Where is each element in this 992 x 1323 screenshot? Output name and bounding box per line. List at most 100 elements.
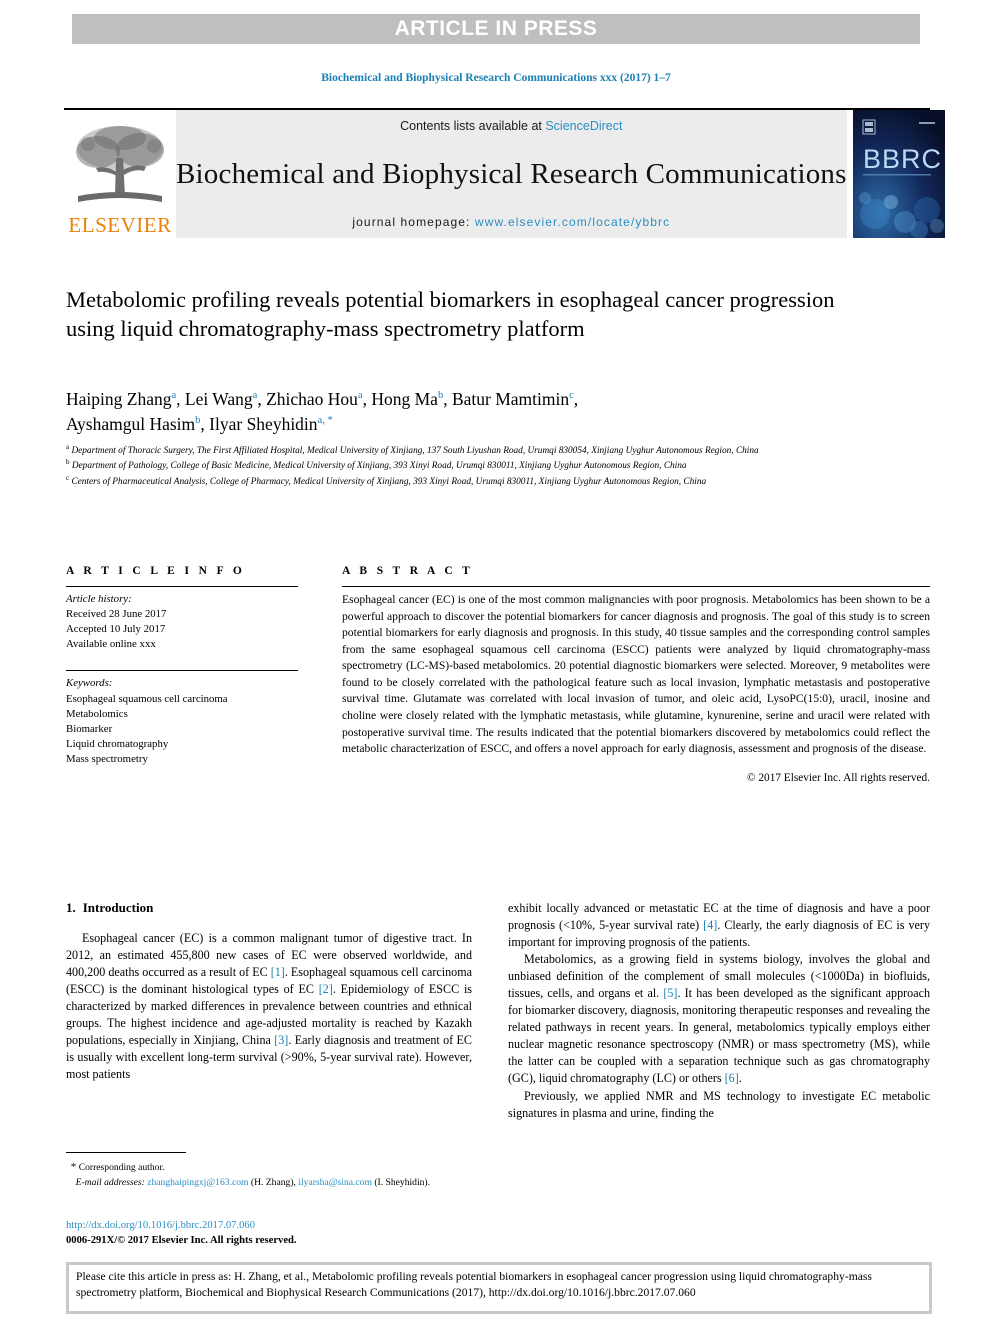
footnote-separator-rule [66, 1152, 186, 1153]
author-affiliation-marker[interactable]: a [253, 390, 258, 401]
affiliation-text: Department of Thoracic Surgery, The Firs… [71, 446, 759, 457]
author-affiliation-marker[interactable]: b [438, 390, 443, 401]
affiliation-marker: a [66, 443, 70, 451]
accepted-date: Accepted 10 July 2017 [66, 623, 166, 636]
keyword-item: Metabolomics [66, 707, 128, 720]
abstract-heading: A B S T R A C T [342, 565, 474, 577]
article-history-block: Article history: Received 28 June 2017 A… [66, 592, 298, 652]
title-block: Metabolomic profiling reveals potential … [66, 286, 866, 343]
contents-available-line: Contents lists available at ScienceDirec… [400, 119, 622, 133]
bbrc-journal-cover: BBRC [852, 110, 945, 238]
paragraph-segment: . It has been developed as the significa… [508, 986, 930, 1086]
article-in-press-banner: ARTICLE IN PRESS [72, 14, 920, 44]
issn-copyright-line: 0006-291X/© 2017 Elsevier Inc. All right… [66, 1234, 297, 1246]
affiliation-marker: b [66, 458, 70, 467]
introduction-right-column: exhibit locally advanced or metastatic E… [508, 900, 930, 1122]
article-history-label: Article history: [66, 593, 132, 605]
author-name: Ayshamgul Hasim [66, 413, 196, 434]
citation-ref-1[interactable]: [1] [271, 965, 285, 979]
keyword-item: Mass spectrometry [66, 752, 148, 765]
abstract-copyright: © 2017 Elsevier Inc. All rights reserved… [746, 771, 930, 784]
paragraph-segment: . [738, 1071, 742, 1086]
introduction-paragraph: Previously, we applied NMR and MS techno… [508, 1088, 930, 1120]
email-addresses-note: E-mail addresses: zhanghaipingxj@163.com… [66, 1176, 486, 1190]
introduction-paragraph: exhibit locally advanced or metastatic E… [508, 900, 930, 951]
citation-ref-2[interactable]: [2] [319, 982, 333, 996]
corresponding-author-marker[interactable]: a, * [318, 415, 333, 426]
received-date: Received 28 June 2017 [66, 608, 167, 621]
journal-homepage-line: journal homepage: www.elsevier.com/locat… [352, 215, 670, 229]
article-in-press-label: ARTICLE IN PRESS [394, 17, 598, 40]
journal-title: Biochemical and Biophysical Research Com… [176, 157, 847, 190]
contents-prefix: Contents lists available at [400, 119, 546, 133]
author-name: Hong Ma [371, 389, 438, 409]
abstract-top-rule [342, 586, 930, 587]
introduction-paragraph: Metabolomics, as a growing field in syst… [508, 951, 930, 1087]
footnote-block: * Corresponding author. E-mail addresses… [66, 1152, 486, 1189]
abstract-section: A B S T R A C T Esophageal cancer (EC) i… [342, 565, 930, 784]
keyword-item: Biomarker [66, 722, 113, 735]
keyword-item: Liquid chromatography [66, 737, 169, 750]
sciencedirect-link[interactable]: ScienceDirect [545, 119, 622, 133]
citation-ref-5[interactable]: [5] [663, 986, 677, 1000]
author-name: Ilyar Sheyhidin [209, 413, 318, 434]
affiliation-marker: c [66, 473, 70, 482]
asterisk-icon: * [70, 1161, 77, 1173]
section-title: Introduction [82, 900, 154, 915]
email-link-1[interactable]: zhanghaipingxj@163.com [147, 1177, 248, 1188]
affiliation-item: c Centers of Pharmaceutical Analysis, Co… [66, 474, 866, 489]
affiliation-text: Centers of Pharmaceutical Analysis, Coll… [71, 476, 707, 487]
article-info-heading: A R T I C L E I N F O [66, 565, 246, 577]
section-number: 1. [66, 900, 76, 915]
introduction-heading: 1. Introduction [66, 900, 472, 916]
affiliation-list: a Department of Thoracic Surgery, The Fi… [66, 443, 866, 489]
article-info-section: A R T I C L E I N F O Article history: R… [66, 565, 298, 767]
affiliation-item: a Department of Thoracic Surgery, The Fi… [66, 443, 866, 458]
article-info-top-rule [66, 586, 298, 587]
journal-masthead: ELSEVIER Contents lists available at Sci… [64, 108, 945, 238]
author-name: Lei Wang [184, 389, 253, 409]
author-name: Zhichao Hou [266, 389, 358, 409]
author-affiliation-marker[interactable]: c [569, 390, 574, 401]
journal-running-head: Biochemical and Biophysical Research Com… [321, 72, 671, 84]
masthead-center: Contents lists available at ScienceDirec… [176, 110, 847, 238]
citation-ref-3[interactable]: [3] [274, 1033, 288, 1047]
email-owner-1: (H. Zhang), [250, 1176, 296, 1188]
elsevier-tree-icon [76, 126, 164, 202]
corresponding-author-label: Corresponding author. [78, 1162, 165, 1173]
author-affiliation-marker[interactable]: a [358, 390, 363, 401]
homepage-url-link[interactable]: www.elsevier.com/locate/ybbrc [475, 215, 670, 229]
email-link-2[interactable]: ilyarsha@sina.com [298, 1177, 372, 1188]
email-addresses-label: E-mail addresses: [75, 1176, 145, 1188]
author-list: Haiping Zhanga, Lei Wanga, Zhichao Houa,… [66, 389, 579, 434]
doi-block: http://dx.doi.org/10.1016/j.bbrc.2017.07… [66, 1219, 486, 1248]
elsevier-wordmark: ELSEVIER [68, 213, 172, 237]
abstract-text: Esophageal cancer (EC) is one of the mos… [342, 593, 930, 756]
introduction-paragraph: Esophageal cancer (EC) is a common malig… [66, 930, 472, 1083]
keywords-label: Keywords: [66, 677, 113, 690]
bbrc-cover-art: BBRC [852, 110, 945, 238]
citation-ref-4[interactable]: [4] [703, 918, 717, 932]
keywords-top-rule [66, 670, 298, 672]
page-title: Metabolomic profiling reveals potential … [66, 287, 835, 341]
citation-notice-box: Please cite this article in press as: H.… [66, 1262, 932, 1314]
author-affiliation-marker[interactable]: b [195, 415, 200, 426]
citation-notice-text: Please cite this article in press as: H.… [69, 1265, 929, 1311]
homepage-prefix: journal homepage: [352, 215, 475, 229]
affiliation-text: Department of Pathology, College of Basi… [71, 461, 687, 472]
author-name: Batur Mamtimin [451, 389, 570, 409]
svg-text:BBRC: BBRC [863, 144, 942, 174]
citation-ref-6[interactable]: [6] [725, 1071, 739, 1085]
author-affiliation-marker[interactable]: a [171, 390, 176, 401]
corresponding-author-note: * Corresponding author. [66, 1160, 486, 1176]
affiliation-item: b Department of Pathology, College of Ba… [66, 458, 866, 473]
doi-link[interactable]: http://dx.doi.org/10.1016/j.bbrc.2017.07… [66, 1219, 486, 1234]
author-name: Haiping Zhang [66, 389, 172, 409]
keyword-item: Esophageal squamous cell carcinoma [66, 692, 228, 705]
keywords-block: Keywords: Esophageal squamous cell carci… [66, 676, 298, 767]
introduction-left-column: 1. Introduction Esophageal cancer (EC) is… [66, 900, 472, 1083]
available-online-date: Available online xxx [66, 638, 156, 651]
elsevier-logo: ELSEVIER [64, 110, 176, 238]
email-owner-2: (I. Sheyhidin). [374, 1176, 431, 1188]
